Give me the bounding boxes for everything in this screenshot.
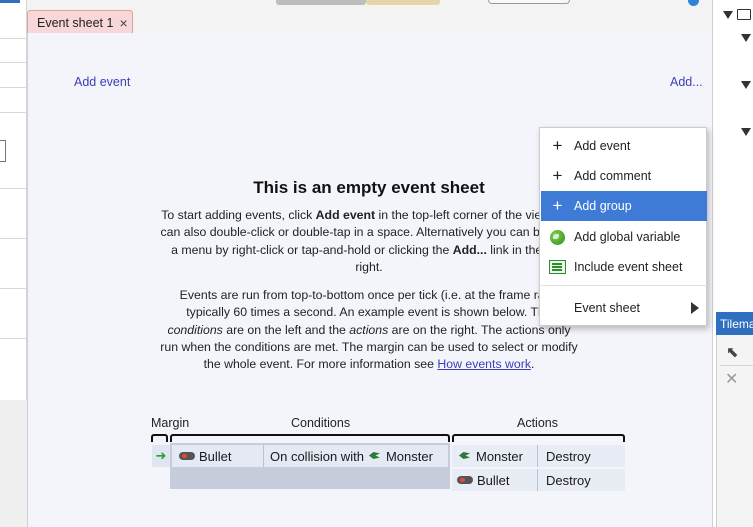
event-sheet-icon-wrap bbox=[541, 260, 574, 274]
actions-header: Actions bbox=[517, 416, 558, 430]
monster-icon bbox=[457, 450, 472, 462]
expand-icon[interactable] bbox=[723, 11, 733, 19]
menu-item-add-global-variable[interactable]: Add global variable bbox=[541, 222, 707, 252]
menu-item-label: Add group bbox=[574, 199, 632, 213]
layout-tab[interactable] bbox=[366, 0, 440, 5]
plus-icon: + bbox=[552, 196, 563, 215]
instruction-text: To start adding events, click bbox=[161, 208, 316, 222]
action-object-name: Monster bbox=[476, 448, 523, 464]
conditions-bracket bbox=[170, 434, 450, 442]
example-action: Bullet Destroy bbox=[452, 469, 625, 491]
condition-text: On collision with Monster bbox=[264, 449, 433, 464]
left-panel-empty-area bbox=[0, 400, 27, 527]
event-sheet-icon bbox=[549, 260, 566, 274]
condition-object-name: Bullet bbox=[199, 448, 232, 464]
add-event-link[interactable]: Add event bbox=[74, 75, 130, 89]
events-explanation: Events are run from top-to-bottom once p… bbox=[160, 287, 578, 373]
left-panel-divider bbox=[0, 87, 27, 88]
left-panel bbox=[0, 0, 27, 527]
condition-target: Monster bbox=[385, 448, 433, 464]
expand-icon[interactable] bbox=[741, 128, 751, 136]
globe-icon bbox=[550, 229, 565, 245]
close-icon[interactable]: × bbox=[119, 15, 127, 31]
plus-icon: + bbox=[552, 136, 563, 155]
example-action: Monster Destroy bbox=[452, 445, 625, 467]
bullet-icon bbox=[179, 452, 195, 460]
menu-item-label: Add global variable bbox=[574, 230, 681, 244]
left-panel-checkbox[interactable] bbox=[0, 140, 6, 162]
tilemap-panel bbox=[716, 335, 753, 527]
margin-header: Margin bbox=[151, 416, 190, 430]
menu-item-label: Include event sheet bbox=[574, 260, 683, 274]
explanation-text: . bbox=[530, 357, 535, 372]
bullet-icon bbox=[457, 476, 473, 484]
tilemap-divider bbox=[720, 365, 753, 366]
left-panel-divider bbox=[0, 338, 27, 339]
monster-icon bbox=[367, 450, 382, 462]
add-menu-link[interactable]: Add... bbox=[670, 75, 703, 89]
action-object: Monster bbox=[452, 445, 538, 467]
tilemap-panel-header[interactable]: Tilemap bbox=[716, 312, 753, 335]
toolbar-button[interactable] bbox=[488, 0, 570, 4]
explanation-italic: conditions bbox=[167, 322, 223, 337]
erase-tool-icon[interactable]: ✕ bbox=[725, 369, 738, 389]
submenu-arrow-icon bbox=[691, 302, 699, 314]
example-condition: Bullet On collision with Monster bbox=[172, 445, 448, 467]
left-panel-divider bbox=[0, 238, 27, 239]
add-context-menu: + Add event + Add comment + Add group Ad… bbox=[539, 127, 707, 326]
start-page-tab[interactable] bbox=[276, 0, 366, 5]
arrow-right-icon: ➜ bbox=[155, 448, 167, 463]
action-object-name: Bullet bbox=[477, 472, 510, 488]
menu-item-include-event-sheet[interactable]: Include event sheet bbox=[541, 252, 707, 282]
explanation-italic: actions bbox=[349, 322, 389, 337]
event-margin: ➜ bbox=[152, 445, 170, 467]
left-panel-accent bbox=[0, 0, 20, 3]
menu-item-add-comment[interactable]: + Add comment bbox=[541, 161, 707, 191]
left-panel-divider bbox=[0, 288, 27, 289]
action-label: Destroy bbox=[546, 472, 591, 488]
left-panel-divider bbox=[0, 112, 27, 113]
menu-item-event-sheet-submenu[interactable]: Event sheet bbox=[541, 293, 707, 323]
expand-icon[interactable] bbox=[741, 34, 751, 42]
actions-bracket bbox=[452, 434, 625, 442]
margin-bracket bbox=[151, 434, 168, 442]
conditions-header: Conditions bbox=[291, 416, 351, 430]
instruction-bold: Add... bbox=[452, 242, 487, 257]
menu-separator bbox=[541, 285, 707, 286]
empty-sheet-title: This is an empty event sheet bbox=[253, 178, 485, 197]
action-label: Destroy bbox=[546, 448, 591, 464]
left-panel-divider bbox=[0, 38, 27, 39]
tab-event-sheet-1[interactable]: Event sheet 1 × bbox=[27, 10, 133, 34]
menu-item-add-event[interactable]: + Add event bbox=[541, 131, 707, 161]
menu-item-label: Add comment bbox=[574, 169, 652, 183]
folder-icon bbox=[737, 9, 751, 20]
instruction-bold: Add event bbox=[315, 208, 376, 222]
tab-label: Event sheet 1 bbox=[37, 15, 114, 30]
expand-icon[interactable] bbox=[741, 81, 751, 89]
plus-icon: + bbox=[552, 166, 563, 185]
globe-icon-wrap bbox=[541, 229, 574, 245]
explanation-text: are on the left and the bbox=[222, 322, 350, 337]
explanation-text: Events are run from top-to-bottom once p… bbox=[179, 288, 559, 320]
condition-label: On collision with bbox=[270, 448, 364, 464]
menu-item-add-group[interactable]: + Add group bbox=[541, 191, 707, 221]
action-object: Bullet bbox=[452, 469, 538, 491]
how-events-work-link[interactable]: How events work bbox=[437, 357, 531, 371]
left-panel-divider bbox=[0, 62, 27, 63]
left-panel-divider bbox=[0, 188, 27, 189]
menu-item-label: Event sheet bbox=[574, 301, 641, 315]
condition-object: Bullet bbox=[172, 445, 264, 467]
empty-sheet-instructions: To start adding events, click Add event … bbox=[160, 207, 578, 276]
cursor-tool-icon[interactable]: ⬉ bbox=[726, 343, 739, 361]
menu-item-label: Add event bbox=[574, 139, 631, 153]
